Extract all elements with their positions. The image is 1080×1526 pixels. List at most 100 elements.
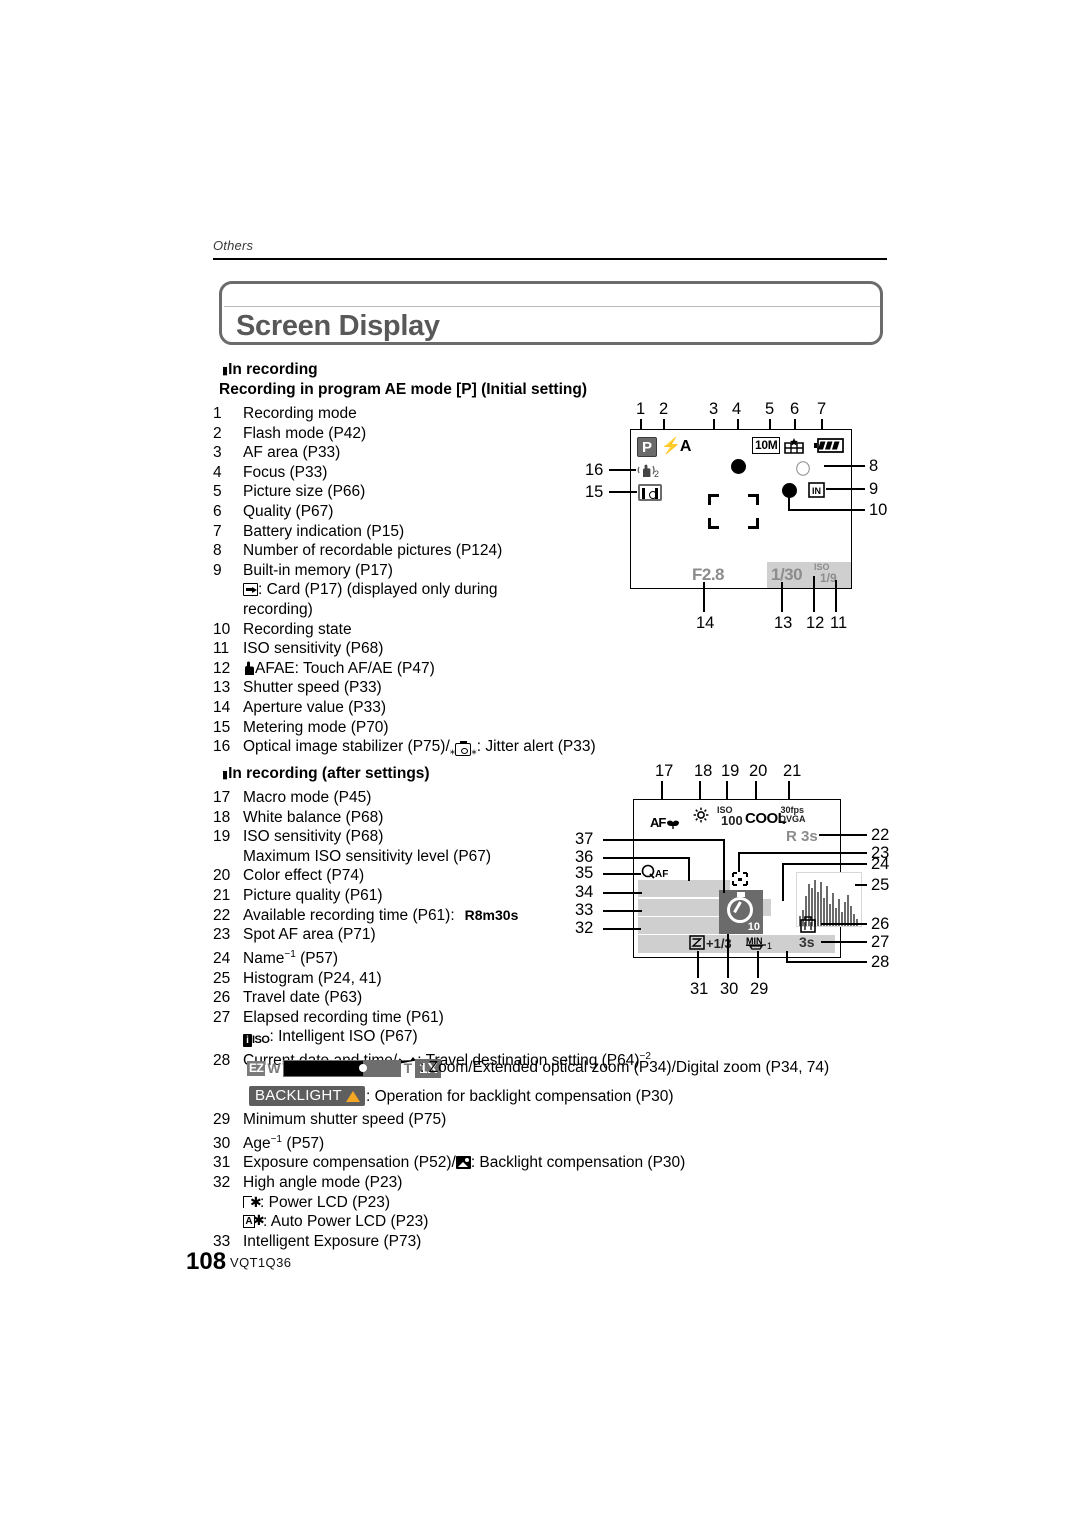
self-timer-icon: 10: [719, 890, 763, 934]
item-number: 25: [213, 969, 231, 987]
item-text: Battery indication (P15): [243, 522, 405, 540]
leader-line: [603, 873, 641, 875]
item-number: 17: [213, 789, 231, 806]
backlight-badge: BACKLIGHT: [249, 1086, 365, 1106]
flash-mode-icon: ⚡A: [661, 438, 692, 455]
leader-line: [819, 834, 867, 836]
built-in-memory-icon: IN: [807, 481, 826, 504]
white-balance-icon: [693, 807, 709, 828]
zoom-track[interactable]: [282, 1059, 401, 1077]
callout-15: 15: [585, 483, 604, 501]
item-text: : Power LCD (P23): [260, 1193, 391, 1211]
leader-line: [813, 576, 815, 612]
page-number: 108: [186, 1248, 227, 1275]
backlight-legend-text: : Operation for backlight compensation (…: [366, 1088, 674, 1105]
item-text: ISO sensitivity (P68): [243, 828, 384, 846]
item-number: 4: [213, 463, 222, 481]
svg-text:AF: AF: [655, 869, 668, 879]
item-text: Shutter speed (P33): [243, 679, 382, 697]
focus-indicator-dot: [731, 459, 746, 474]
macro-mode-icon: AF: [650, 814, 684, 833]
callout-5: 5: [765, 400, 775, 418]
leader-line: [824, 465, 865, 467]
item-text: Quality (P67): [243, 502, 334, 520]
picture-size-icon: 10M: [752, 437, 781, 454]
item-text: Picture size (P66): [243, 483, 366, 501]
item-number: 7: [213, 522, 222, 540]
leader-line: [855, 884, 867, 886]
card-icon: [243, 583, 258, 597]
callout-16: 16: [585, 461, 604, 479]
af-bracket-br: [748, 518, 759, 529]
item-text: Aperture value (P33): [243, 698, 387, 716]
section2-list: 17 Macro mode (P45) 18 White balance (P68)…: [213, 788, 651, 1071]
af-bracket-tr: [748, 494, 759, 505]
list-item: 16 Optical image stabilizer (P75)/⁎ ⁎: Jit…: [213, 737, 633, 758]
item-number: 20: [213, 867, 231, 885]
leader-line: [609, 469, 636, 471]
callout-14: 14: [696, 614, 715, 632]
wide-label: W: [267, 1060, 281, 1076]
section1-subheading: Recording in program AE mode [P] (Initia…: [219, 381, 587, 398]
item-text-after: (P57): [300, 949, 338, 967]
item-number: 21: [213, 886, 231, 904]
list-item: 31 Exposure compensation (P52)/: Backligh…: [213, 1153, 853, 1173]
callout-19: 19: [721, 762, 740, 780]
item-text: Recording mode: [243, 405, 357, 422]
item-text: Maximum ISO sensitivity level (P67): [243, 847, 492, 865]
list-item: 29 Minimum shutter speed (P75): [213, 1110, 853, 1130]
callout-37: 37: [575, 830, 594, 848]
item-text: Minimum shutter speed (P75): [243, 1111, 447, 1128]
item-number: 18: [213, 808, 231, 826]
callout-11: 11: [830, 614, 848, 632]
item-text: Picture quality (P61): [243, 886, 383, 904]
callout-29: 29: [750, 980, 769, 998]
item-text-suffix: : Backlight compensation (P30): [470, 1154, 686, 1172]
zoom-knob[interactable]: [358, 1064, 367, 1072]
item-text: White balance (P68): [243, 808, 384, 826]
list-item: 14 Aperture value (P33): [213, 698, 633, 718]
item-number: 9: [213, 561, 222, 579]
auto-power-lcd-icon: A ✱: [243, 1213, 265, 1229]
callout-31: 31: [690, 980, 709, 998]
leader-line: [603, 928, 641, 930]
section2-heading: ▮In recording (after settings): [222, 765, 430, 783]
list-item: 5 Picture size (P66): [213, 482, 633, 502]
list-item: 11 ISO sensitivity (P68): [213, 639, 633, 659]
item-number: 22: [213, 906, 231, 924]
leader-line: [835, 580, 837, 612]
leader-line: [826, 488, 865, 490]
spot-af-area-icon: [732, 872, 748, 891]
list-item: 23 Spot AF area (P71): [213, 925, 633, 945]
section1-list: 1 Recording mode 2 Flash mode (P42) 3 AF ar…: [213, 404, 633, 758]
section1-heading-text: In recording: [228, 361, 318, 378]
item-text: Optical image stabilizer (P75)/: [243, 738, 450, 756]
item-superscript: −1: [270, 1133, 282, 1145]
ois-icon: 2: [637, 462, 663, 484]
list-item: 7 Battery indication (P15): [213, 522, 633, 542]
list-item: 24 Name−1 (P57): [213, 945, 633, 969]
svg-text:AF: AF: [650, 815, 666, 830]
callout-34: 34: [575, 883, 594, 901]
list-item: 26 Travel date (P63): [213, 988, 633, 1008]
power-lcd-icon: ✱: [243, 1195, 262, 1210]
list-item: 15 Metering mode (P70): [213, 718, 633, 738]
list-item: 2 Flash mode (P42): [213, 424, 633, 444]
recording-state-dot: [782, 483, 797, 498]
metering-mode-icon: [638, 484, 662, 501]
list-item: Maximum ISO sensitivity level (P67): [213, 847, 633, 867]
leader-line: [697, 951, 699, 978]
list-item: 20 Color effect (P74): [213, 866, 633, 886]
item-text: Spot AF area (P71): [243, 926, 376, 944]
leader-line: [688, 857, 690, 881]
zoom-bar-legend: EZ W T 1X: [247, 1057, 442, 1079]
extended-zoom-badge: EZ: [247, 1060, 266, 1076]
item-text: Age: [243, 1134, 271, 1152]
list-item: 33 Intelligent Exposure (P73): [213, 1232, 853, 1252]
item-number: 27: [213, 1008, 231, 1026]
callout-13: 13: [774, 614, 793, 632]
minimum-shutter-speed-indicator: MIN 1: [746, 935, 776, 956]
leader-line: [782, 863, 784, 901]
list-item: i ISO: Intelligent ISO (P67): [213, 1027, 633, 1048]
list-item: recording): [213, 600, 633, 620]
